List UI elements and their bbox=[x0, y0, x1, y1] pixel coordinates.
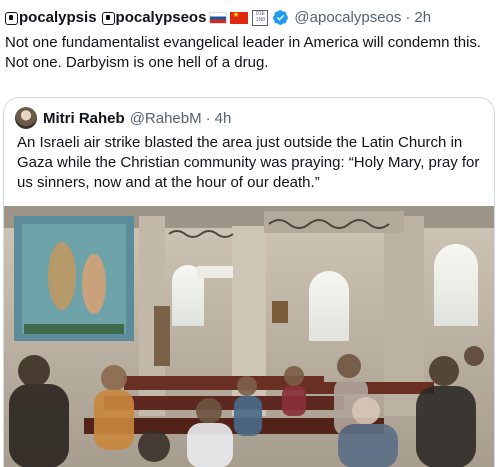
tweet-text-line: Not one fundamentalist evangelical leade… bbox=[5, 34, 482, 51]
quoted-tweet-header: Mitri Raheb @RahebM · 4h bbox=[15, 107, 231, 129]
timestamp[interactable]: 2h bbox=[414, 9, 431, 26]
quoted-timestamp[interactable]: 4h bbox=[215, 110, 232, 127]
verified-badge-icon bbox=[273, 10, 289, 25]
quoted-tweet[interactable]: Mitri Raheb @RahebM · 4h An Israeli air … bbox=[3, 97, 495, 467]
tweet-header: pocalypsis pocalypseos 01E 1N8 @apocalyp… bbox=[5, 9, 431, 26]
quoted-text-line: Gaza while the Christian community was p… bbox=[17, 154, 480, 171]
quoted-text-line: An Israeli air strike blasted the area j… bbox=[17, 134, 463, 151]
avatar[interactable] bbox=[15, 107, 37, 129]
author-name[interactable]: pocalypsis bbox=[19, 9, 97, 26]
church-interior-image bbox=[4, 206, 494, 467]
quoted-text-line: us sinners, now and at the hour of our d… bbox=[17, 174, 320, 191]
tweet-text: Not one fundamentalist evangelical leade… bbox=[5, 33, 495, 73]
quoted-author-handle[interactable]: @RahebM bbox=[130, 110, 202, 127]
tweet-text-line: Not one. Darbyism is one hell of a drug. bbox=[5, 54, 269, 71]
tweet[interactable]: pocalypsis pocalypseos 01E 1N8 @apocalyp… bbox=[0, 0, 498, 467]
russia-flag-icon bbox=[209, 11, 228, 24]
a-letter-icon bbox=[5, 12, 18, 25]
box-icon-text: 01E 1N8 bbox=[255, 10, 266, 23]
china-flag-icon bbox=[230, 10, 249, 24]
quoted-tweet-text: An Israeli air strike blasted the area j… bbox=[17, 133, 487, 193]
separator-dot: · bbox=[405, 9, 411, 26]
quoted-author-name[interactable]: Mitri Raheb bbox=[43, 110, 125, 127]
box-icon: 01E 1N8 bbox=[252, 9, 269, 26]
a-letter-icon bbox=[101, 12, 115, 25]
author-name-2[interactable]: pocalypseos bbox=[116, 9, 207, 26]
author-handle[interactable]: @apocalypseos bbox=[294, 9, 401, 26]
separator-dot: · bbox=[205, 109, 211, 127]
video-media[interactable] bbox=[4, 206, 494, 467]
